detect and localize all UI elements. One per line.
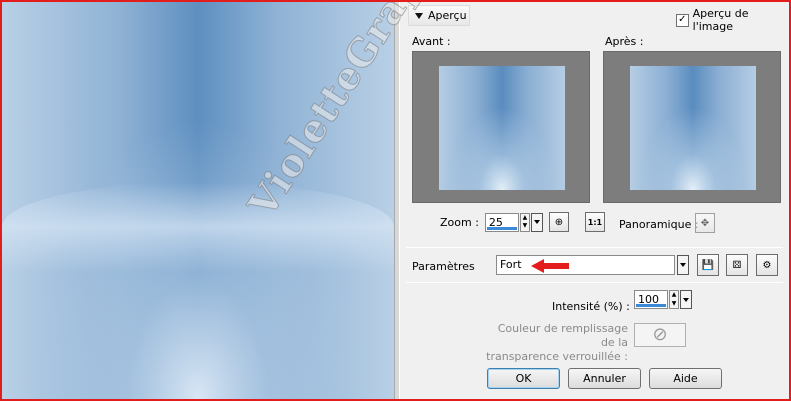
red-highlight-frame	[0, 0, 791, 401]
